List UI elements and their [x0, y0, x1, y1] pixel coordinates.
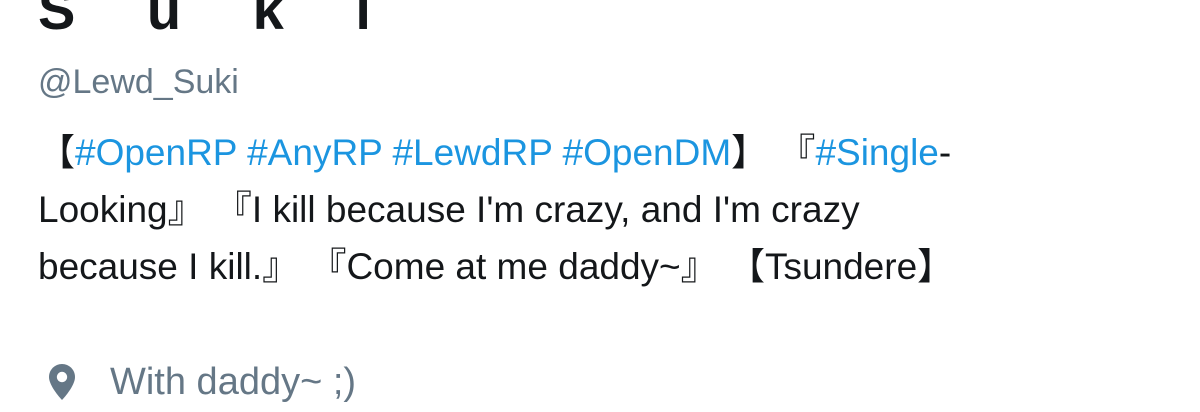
bio-space: [552, 132, 562, 173]
bio-space: [237, 132, 247, 173]
profile-location: With daddy~ ;): [48, 356, 356, 408]
display-name: S u k i: [38, 0, 399, 41]
bio-text: -: [938, 132, 952, 173]
bio-line-1: 【#OpenRP #AnyRP #LewdRP #OpenDM】 『#Singl…: [38, 124, 1163, 181]
bio-bracket-open: 【: [38, 132, 75, 173]
bio-line-2: Looking』 『I kill because I'm crazy, and …: [38, 189, 860, 230]
bio-line-3: because I kill.』 『Come at me daddy~』 【Ts…: [38, 246, 955, 287]
hashtag-link-opendm[interactable]: #OpenDM: [563, 132, 732, 173]
hashtag-link-lewdrp[interactable]: #LewdRP: [392, 132, 552, 173]
location-pin-icon: [48, 363, 76, 401]
bio-text: 】 『: [731, 132, 816, 173]
user-handle[interactable]: @Lewd_Suki: [38, 62, 239, 103]
location-text: With daddy~ ;): [110, 361, 357, 403]
bio-space: [382, 132, 392, 173]
hashtag-link-anyrp[interactable]: #AnyRP: [247, 132, 382, 173]
profile-bio: 【#OpenRP #AnyRP #LewdRP #OpenDM】 『#Singl…: [38, 124, 1163, 295]
hashtag-link-openrp[interactable]: #OpenRP: [75, 132, 237, 173]
hashtag-link-single[interactable]: #Single: [815, 132, 938, 173]
